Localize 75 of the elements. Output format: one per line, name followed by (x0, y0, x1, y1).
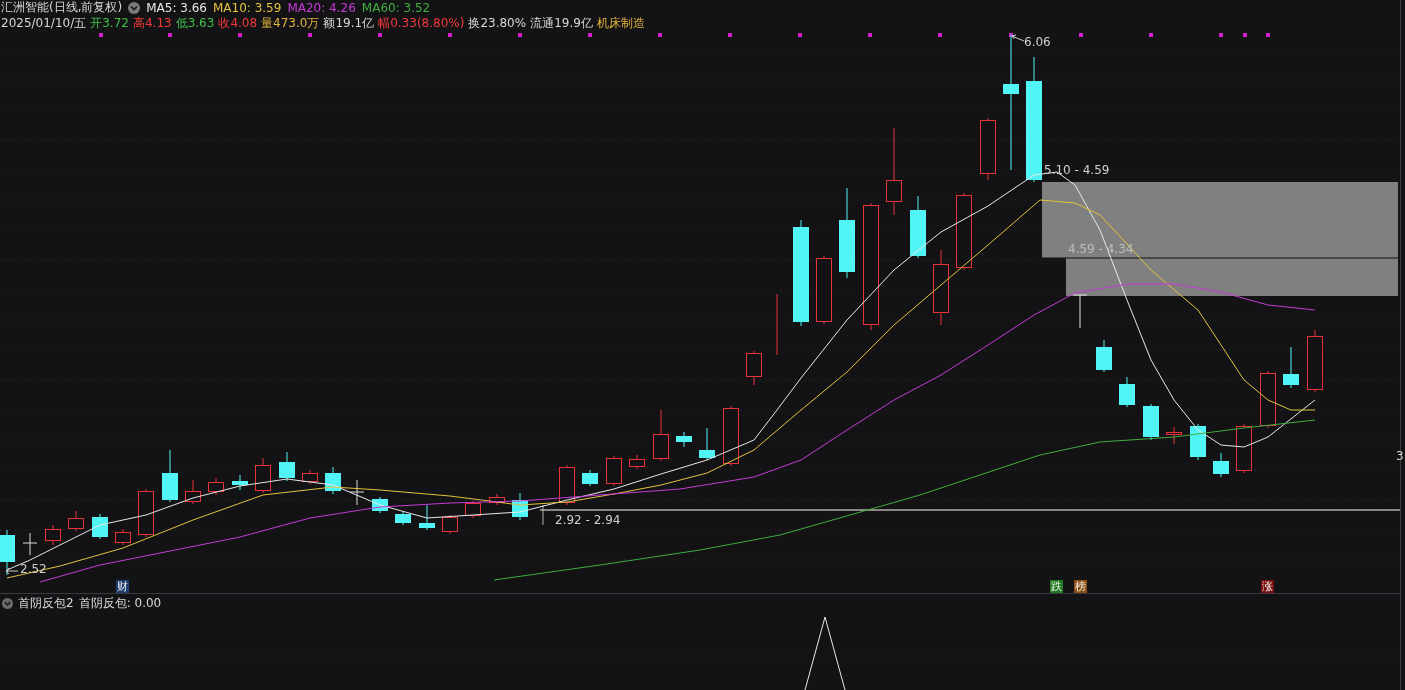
price-range-label: 2.92 - 2.94 (555, 513, 621, 527)
candlestick (489, 493, 505, 506)
candlestick (255, 457, 271, 494)
candlestick (279, 451, 295, 482)
candlestick (723, 405, 739, 467)
stock-title: 汇洲智能(日线,前复权) (1, 0, 123, 16)
candlestick (138, 488, 154, 538)
candlestick (1260, 370, 1276, 429)
moving-average-value: MA10: 3.59 (212, 0, 282, 15)
candlestick (115, 528, 131, 546)
candlestick (1190, 423, 1206, 461)
candlestick (653, 409, 669, 462)
quote-field: 换23.80% (468, 14, 527, 32)
quote-field: 收4.08 (218, 14, 258, 32)
low-pointer-icon (5, 567, 19, 575)
candlestick (349, 479, 365, 506)
candlestick (395, 510, 411, 526)
candlestick (629, 454, 645, 470)
candlestick (92, 513, 108, 540)
candlestick (1213, 452, 1229, 478)
quote-field: 低3.63 (175, 14, 215, 32)
candlestick (232, 474, 248, 491)
candlestick (302, 469, 318, 485)
event-marker[interactable]: 榜 (1074, 580, 1087, 593)
event-marker[interactable]: 跌 (1050, 580, 1063, 593)
chevron-down-icon[interactable] (128, 1, 141, 14)
candlestick (1236, 423, 1252, 474)
quote-field: 幅0.33(8.80%) (378, 14, 465, 32)
event-marker[interactable]: 财 (116, 580, 129, 593)
candlestick (419, 504, 435, 531)
candlestick (816, 255, 832, 325)
candlestick (1143, 403, 1159, 441)
candlestick (465, 500, 481, 519)
price-label: 6.06 (1024, 35, 1051, 49)
event-marker[interactable]: 涨 (1261, 580, 1274, 593)
quote-field: 高4.13 (132, 14, 172, 32)
axis-label: 3 (1396, 449, 1404, 463)
candlestick (0, 529, 15, 576)
candlestick (185, 479, 201, 505)
quote-field: 机床制造 (596, 14, 645, 32)
candlestick (68, 510, 84, 532)
quote-field: 量473.0万 (261, 14, 320, 32)
candlestick (325, 466, 341, 495)
candlestick (980, 117, 996, 181)
candlestick (606, 455, 622, 487)
candlestick (699, 427, 715, 461)
candlestick (1119, 376, 1135, 408)
candlestick (442, 514, 458, 535)
candlestick (208, 477, 224, 496)
moving-average-value: MA5: 3.66 (146, 0, 207, 15)
indicator-name: 首阴反包2 (18, 595, 74, 612)
indicator-reading: 首阴反包: 0.00 (78, 595, 162, 612)
quote-field: 2025/01/10/五 (1, 14, 87, 32)
support-marker (542, 504, 544, 526)
candlestick (910, 195, 926, 259)
moving-average-value: MA60: 3.52 (361, 0, 431, 15)
candlestick (1166, 426, 1182, 445)
high-pointer-icon (1011, 34, 1025, 42)
candlestick (776, 292, 778, 356)
candlestick (22, 532, 38, 556)
candlestick (582, 469, 598, 487)
candlestick (45, 524, 61, 546)
candlestick (1307, 329, 1323, 393)
moving-average-value: MA20: 4.26 (287, 0, 356, 15)
chevron-down-icon[interactable] (2, 598, 13, 609)
candlestick (1096, 339, 1112, 373)
candlestick (676, 431, 692, 448)
quote-field: 开3.72 (90, 14, 129, 32)
quote-field: 额19.1亿 (323, 14, 375, 32)
candlestick (512, 492, 528, 521)
quote-field: 流通19.9亿 (530, 14, 593, 32)
candlestick (162, 449, 178, 503)
candlestick (746, 350, 762, 386)
candlestick (1072, 294, 1088, 329)
candlestick (1283, 346, 1299, 389)
